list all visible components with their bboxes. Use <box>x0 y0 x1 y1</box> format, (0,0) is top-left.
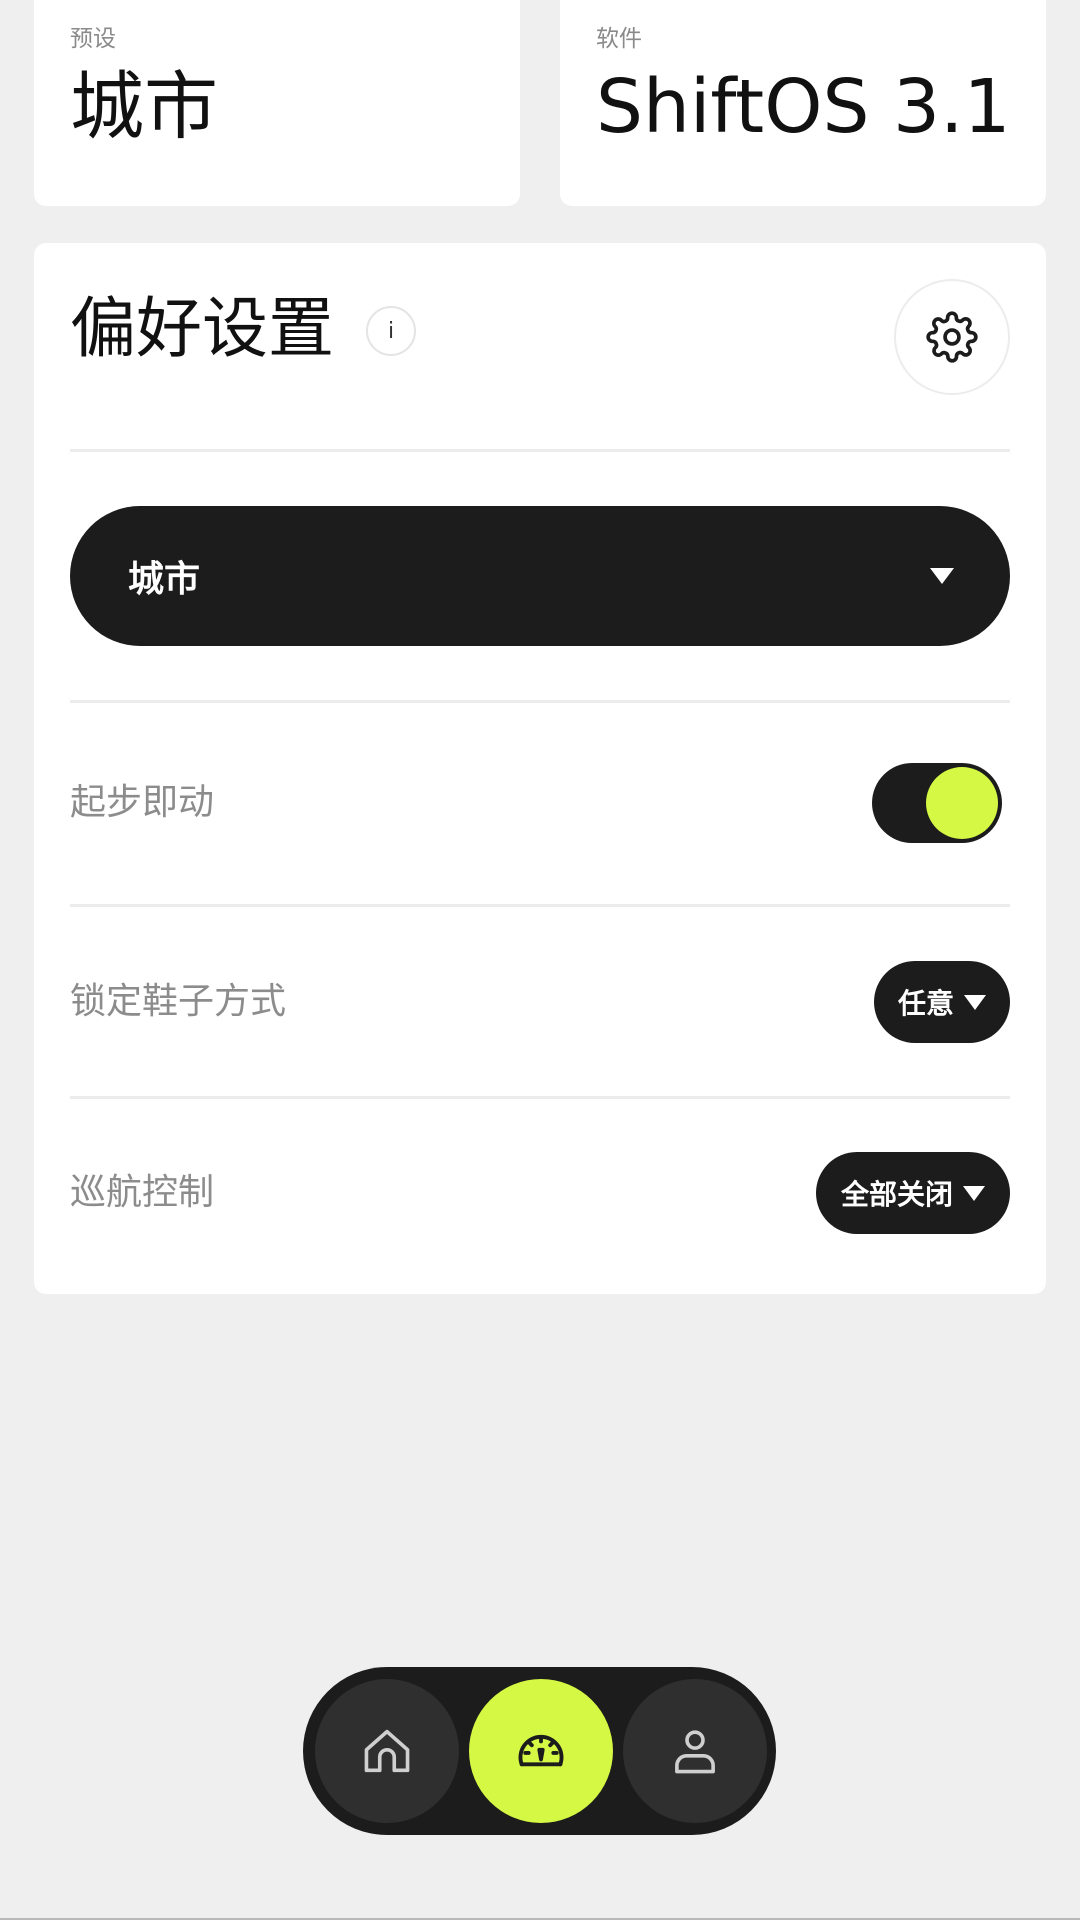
cruise-control-label: 巡航控制 <box>70 1172 215 1213</box>
software-card: 软件 ShiftOS 3.1 <box>560 0 1046 206</box>
divider <box>70 449 1010 452</box>
bottom-nav <box>303 1667 776 1835</box>
cruise-control-select[interactable]: 全部关闭 <box>816 1152 1010 1234</box>
shoe-lock-label: 锁定鞋子方式 <box>70 981 287 1022</box>
preferences-title: 偏好设置 <box>70 290 334 367</box>
shoe-lock-value: 任意 <box>898 987 955 1020</box>
riding-mode-select[interactable]: 城市 <box>70 506 1010 646</box>
divider <box>70 904 1010 907</box>
preset-value: 城市 <box>70 64 218 150</box>
preferences-card: 偏好设置 i 城市 起步即动 锁定鞋子方式 任意 巡航控制 全部关闭 <box>34 243 1046 1294</box>
nav-profile-button[interactable] <box>623 1679 767 1823</box>
riding-mode-value: 城市 <box>128 559 201 600</box>
preferences-header: 偏好设置 i <box>70 279 1010 395</box>
dropdown-arrow-icon <box>930 568 954 584</box>
preset-label: 预设 <box>70 26 116 52</box>
nav-home-button[interactable] <box>315 1679 459 1823</box>
start-assist-toggle[interactable] <box>872 763 1002 843</box>
divider <box>70 700 1010 703</box>
cruise-control-value: 全部关闭 <box>840 1178 953 1211</box>
start-assist-label: 起步即动 <box>70 782 215 823</box>
divider <box>70 1096 1010 1099</box>
home-icon <box>364 1729 410 1773</box>
screen: 预设 城市 软件 ShiftOS 3.1 偏好设置 i 城市 起步即动 锁定鞋子… <box>0 0 1080 1920</box>
gear-icon <box>926 311 978 363</box>
user-icon <box>675 1730 715 1774</box>
nav-dashboard-button[interactable] <box>469 1679 613 1823</box>
info-glyph: i <box>387 318 395 344</box>
software-value: ShiftOS 3.1 <box>596 64 1011 150</box>
shoe-lock-select[interactable]: 任意 <box>874 961 1010 1043</box>
settings-button[interactable] <box>894 279 1010 395</box>
preset-card: 预设 城市 <box>34 0 520 206</box>
info-icon[interactable]: i <box>366 306 416 356</box>
speedometer-icon <box>518 1734 564 1767</box>
toggle-knob <box>926 767 998 839</box>
dropdown-arrow-icon <box>963 1185 985 1201</box>
software-label: 软件 <box>596 26 642 52</box>
dropdown-arrow-icon <box>964 994 987 1010</box>
